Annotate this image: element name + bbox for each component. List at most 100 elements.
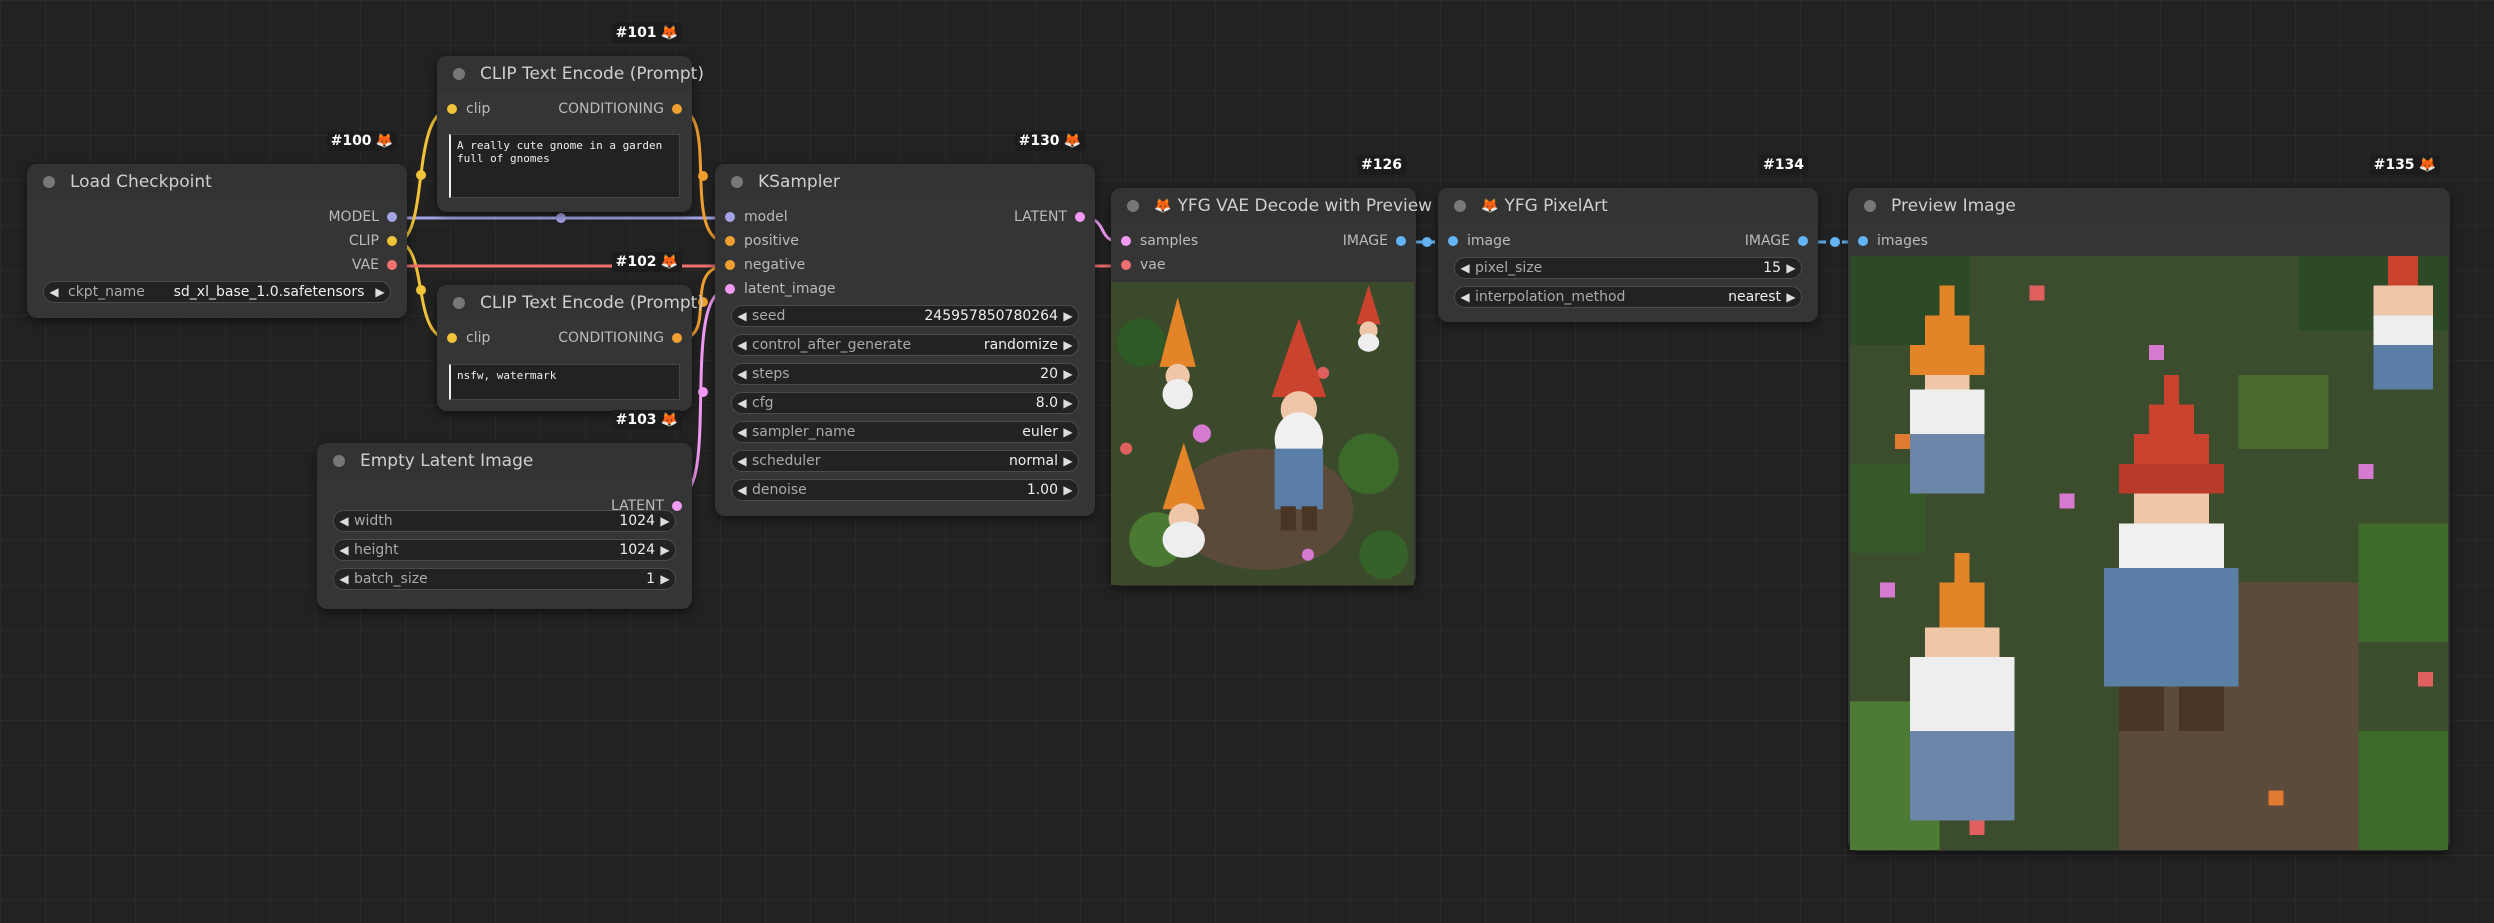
widget-ckpt-name[interactable]: ◀ ckpt_name sd_xl_base_1.0.safetensors ▶ [43,281,391,303]
slot-dot-icon[interactable] [1396,236,1406,246]
output-vae[interactable]: VAE [352,257,397,273]
node-empty-latent-image[interactable]: #103 🦊 Empty Latent Image LATENT ◀ width 10… [317,410,692,609]
input-vae[interactable]: vae [1121,257,1165,273]
slot-dot-icon[interactable] [1075,212,1085,222]
widget-interpolation-method[interactable]: ◀ interpolation_method nearest ▶ [1454,286,1802,308]
widget-pixel-size[interactable]: ◀ pixel_size 15 ▶ [1454,257,1802,279]
arrow-left-icon[interactable]: ◀ [334,514,354,528]
arrow-right-icon[interactable]: ▶ [1058,309,1078,323]
slot-dot-icon[interactable] [447,104,457,114]
widget-sampler-name[interactable]: ◀ sampler_name euler ▶ [731,421,1079,443]
node-header[interactable]: CLIP Text Encode (Prompt) [437,56,704,92]
input-positive[interactable]: positive [725,233,799,249]
arrow-right-icon[interactable]: ▶ [655,543,675,557]
arrow-left-icon[interactable]: ◀ [732,338,752,352]
arrow-left-icon[interactable]: ◀ [732,425,752,439]
node-clip-text-encode-negative[interactable]: #102 🦊 CLIP Text Encode (Prompt) clip CON… [437,252,704,411]
arrow-right-icon[interactable]: ▶ [655,572,675,586]
collapse-dot-icon[interactable] [333,455,345,467]
collapse-dot-icon[interactable] [731,176,743,188]
widget-seed[interactable]: ◀ seed 245957850780264 ▶ [731,305,1079,327]
prompt-textarea[interactable]: A really cute gnome in a garden full of … [449,134,680,198]
arrow-left-icon[interactable]: ◀ [732,367,752,381]
node-header[interactable]: CLIP Text Encode (Prompt) [437,285,704,321]
arrow-right-icon[interactable]: ▶ [1058,425,1078,439]
collapse-dot-icon[interactable] [1454,200,1466,212]
arrow-left-icon[interactable]: ◀ [334,572,354,586]
collapse-dot-icon[interactable] [1127,200,1139,212]
slot-dot-icon[interactable] [725,284,735,294]
input-samples[interactable]: samples [1121,233,1198,249]
arrow-right-icon[interactable]: ▶ [370,285,390,299]
arrow-left-icon[interactable]: ◀ [732,454,752,468]
output-image[interactable]: IMAGE [1745,233,1808,249]
output-model[interactable]: MODEL [328,209,397,225]
widget-denoise[interactable]: ◀ denoise 1.00 ▶ [731,479,1079,501]
node-header[interactable]: 🦊 YFG PixelArt [1438,188,1818,224]
arrow-left-icon[interactable]: ◀ [1455,261,1475,275]
arrow-right-icon[interactable]: ▶ [1058,396,1078,410]
arrow-left-icon[interactable]: ◀ [334,543,354,557]
arrow-left-icon[interactable]: ◀ [732,396,752,410]
input-negative[interactable]: negative [725,257,805,273]
slot-dot-icon[interactable] [672,333,682,343]
arrow-left-icon[interactable]: ◀ [732,483,752,497]
node-header[interactable]: KSampler [715,164,1095,200]
output-latent[interactable]: LATENT [1014,209,1085,225]
node-ksampler[interactable]: #130 🦊 KSampler model LATENT positive neg… [715,131,1095,516]
slot-dot-icon[interactable] [1121,236,1131,246]
collapse-dot-icon[interactable] [453,297,465,309]
node-header[interactable]: Load Checkpoint [27,164,407,200]
node-header[interactable]: 🦊 YFG VAE Decode with Preview [1111,188,1432,224]
prompt-textarea[interactable]: nsfw, watermark [449,364,680,400]
widget-cfg[interactable]: ◀ cfg 8.0 ▶ [731,392,1079,414]
slot-dot-icon[interactable] [725,236,735,246]
node-header[interactable]: Empty Latent Image [317,443,692,479]
arrow-right-icon[interactable]: ▶ [1058,483,1078,497]
input-images[interactable]: images [1858,233,1928,249]
arrow-right-icon[interactable]: ▶ [1058,367,1078,381]
widget-batch-size[interactable]: ◀ batch_size 1 ▶ [333,568,676,590]
slot-dot-icon[interactable] [387,236,397,246]
collapse-dot-icon[interactable] [453,68,465,80]
input-clip[interactable]: clip [447,330,490,346]
arrow-right-icon[interactable]: ▶ [1058,338,1078,352]
slot-dot-icon[interactable] [672,501,682,511]
output-image[interactable]: IMAGE [1343,233,1406,249]
slot-dot-icon[interactable] [387,212,397,222]
node-yfg-vae-decode[interactable]: #126 🦊 YFG VAE Decode with Preview sampl… [1111,155,1432,586]
collapse-dot-icon[interactable] [43,176,55,188]
arrow-right-icon[interactable]: ▶ [1781,290,1801,304]
node-yfg-pixelart[interactable]: #134 🦊 YFG PixelArt image IMAGE ◀ pixel_s… [1438,155,1818,322]
slot-dot-icon[interactable] [672,104,682,114]
slot-dot-icon[interactable] [1448,236,1458,246]
slot-dot-icon[interactable] [725,260,735,270]
node-header[interactable]: Preview Image [1848,188,2450,224]
output-conditioning[interactable]: CONDITIONING [558,101,682,117]
node-preview-image[interactable]: #135 🦊 Preview Image images [1848,155,2450,851]
collapse-dot-icon[interactable] [1864,200,1876,212]
arrow-left-icon[interactable]: ◀ [44,285,64,299]
node-load-checkpoint[interactable]: #100 🦊 Load Checkpoint MODEL CLIP VAE ◀ c… [27,131,407,318]
slot-dot-icon[interactable] [725,212,735,222]
input-image[interactable]: image [1448,233,1511,249]
node-clip-text-encode-positive[interactable]: #101 🦊 CLIP Text Encode (Prompt) clip CON… [437,23,704,212]
arrow-left-icon[interactable]: ◀ [732,309,752,323]
slot-dot-icon[interactable] [387,260,397,270]
arrow-left-icon[interactable]: ◀ [1455,290,1475,304]
widget-scheduler[interactable]: ◀ scheduler normal ▶ [731,450,1079,472]
slot-dot-icon[interactable] [1121,260,1131,270]
slot-dot-icon[interactable] [447,333,457,343]
output-clip[interactable]: CLIP [349,233,397,249]
arrow-right-icon[interactable]: ▶ [1781,261,1801,275]
input-model[interactable]: model [725,209,788,225]
input-latent-image[interactable]: latent_image [725,281,836,297]
arrow-right-icon[interactable]: ▶ [655,514,675,528]
widget-width[interactable]: ◀ width 1024 ▶ [333,510,676,532]
slot-dot-icon[interactable] [1798,236,1808,246]
input-clip[interactable]: clip [447,101,490,117]
widget-control-after-generate[interactable]: ◀ control_after_generate randomize ▶ [731,334,1079,356]
output-conditioning[interactable]: CONDITIONING [558,330,682,346]
widget-steps[interactable]: ◀ steps 20 ▶ [731,363,1079,385]
widget-height[interactable]: ◀ height 1024 ▶ [333,539,676,561]
